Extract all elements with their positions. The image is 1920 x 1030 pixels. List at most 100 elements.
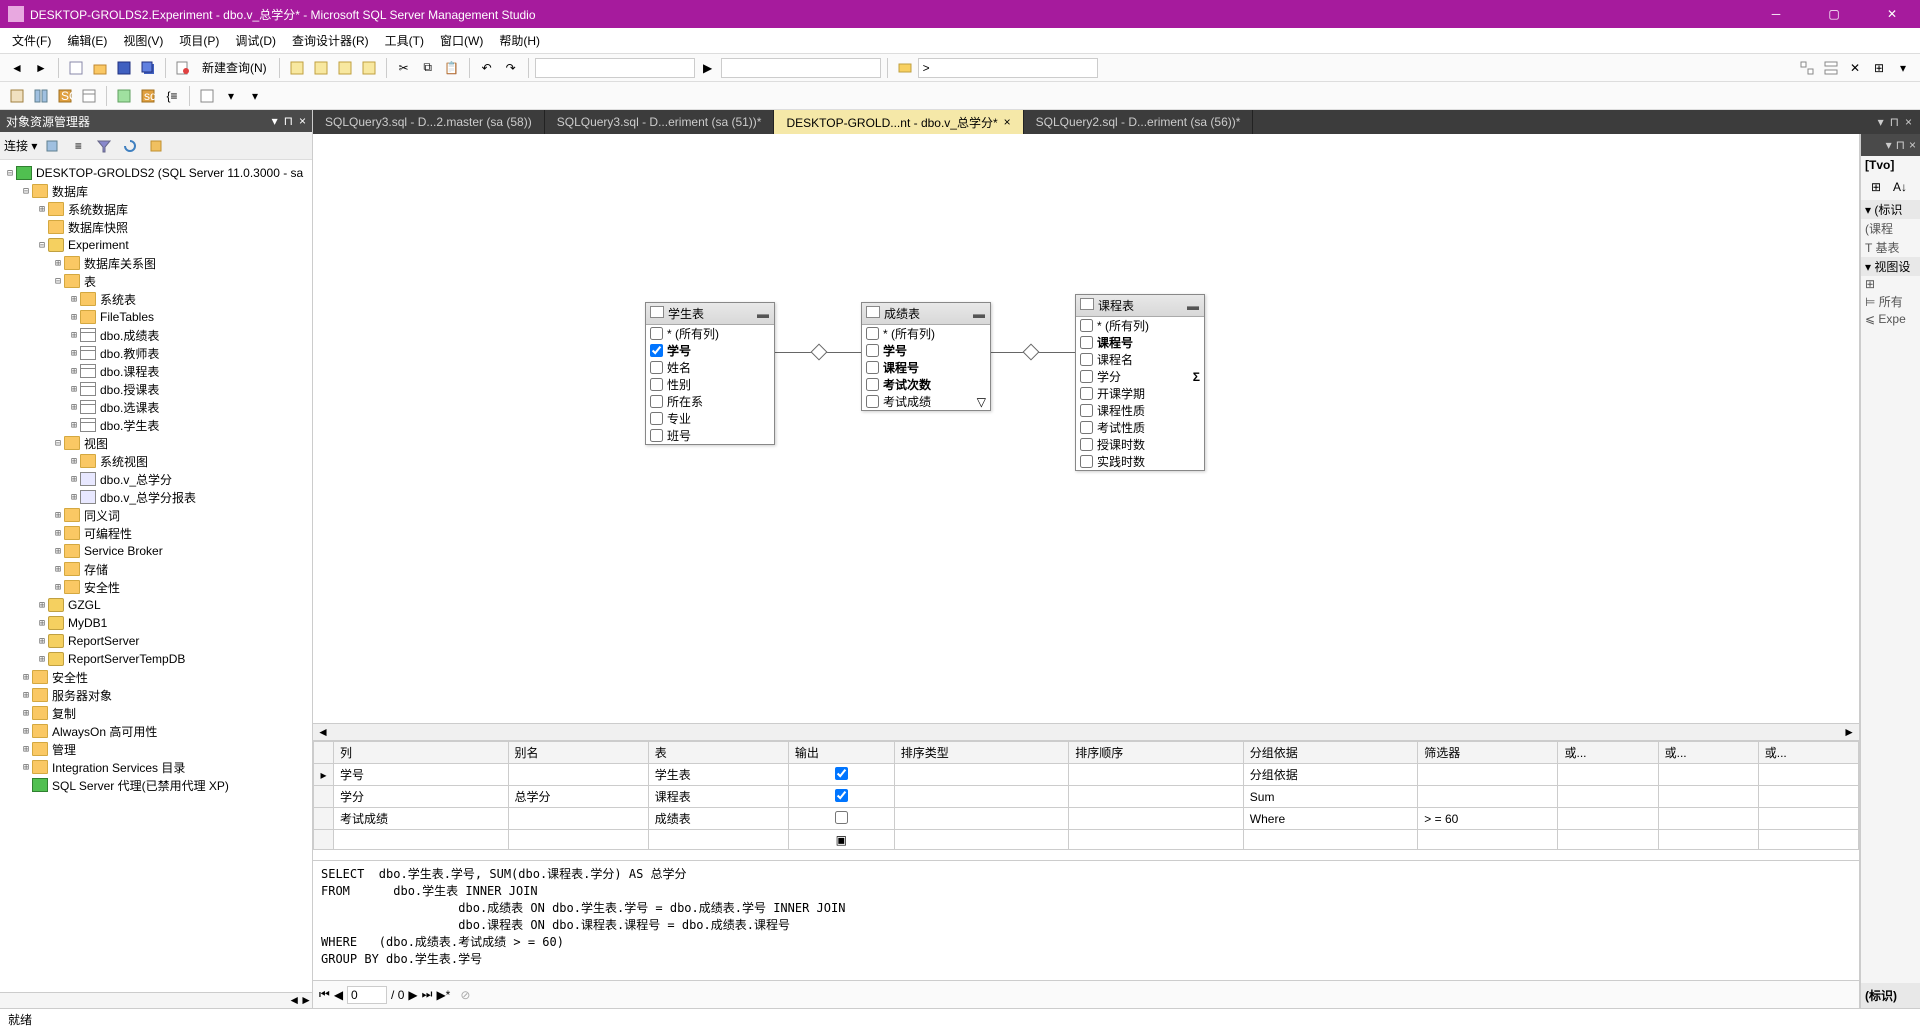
- criteria-row-empty[interactable]: ▣: [314, 830, 1859, 850]
- tree-expand-icon[interactable]: ⊟: [52, 438, 64, 449]
- criteria-cell[interactable]: [1558, 786, 1658, 808]
- criteria-cell[interactable]: 总学分: [508, 786, 648, 808]
- tree-table-xk[interactable]: ⊞dbo.选课表: [0, 398, 312, 416]
- prop-row[interactable]: (课程: [1861, 219, 1920, 238]
- tree-repl[interactable]: ⊞复制: [0, 704, 312, 722]
- tree-expand-icon[interactable]: ⊞: [20, 672, 32, 683]
- prop-dropdown-icon[interactable]: ▾: [1886, 138, 1892, 152]
- tree-tables[interactable]: ⊟表: [0, 272, 312, 290]
- tree-view-zxfbb[interactable]: ⊞dbo.v_总学分报表: [0, 488, 312, 506]
- tree-prog[interactable]: ⊞可编程性: [0, 524, 312, 542]
- column-checkbox[interactable]: [650, 429, 663, 442]
- prop-category-identity[interactable]: ▾ (标识: [1861, 200, 1920, 219]
- column-checkbox[interactable]: [650, 361, 663, 374]
- tree-expand-icon[interactable]: ⊟: [52, 276, 64, 287]
- tree-expand-icon[interactable]: ⊞: [20, 708, 32, 719]
- diagram-table-student[interactable]: 学生表▬ * (所有列)学号姓名性别所在系专业班号: [645, 302, 775, 445]
- criteria-cell[interactable]: [1758, 786, 1858, 808]
- tree-sb[interactable]: ⊞Service Broker: [0, 542, 312, 560]
- criteria-cell[interactable]: [1558, 808, 1658, 830]
- tree-db-mydb[interactable]: ⊞MyDB1: [0, 614, 312, 632]
- tree-srvobj[interactable]: ⊞服务器对象: [0, 686, 312, 704]
- tb2-9[interactable]: ▾: [220, 85, 242, 107]
- prop-category-viewdesign[interactable]: ▾ 视图设: [1861, 257, 1920, 276]
- menu-help[interactable]: 帮助(H): [491, 29, 548, 52]
- tree-db-experiment[interactable]: ⊟Experiment: [0, 236, 312, 254]
- tb-diag-5[interactable]: ▾: [1892, 57, 1914, 79]
- nav-next-button[interactable]: ▶: [408, 988, 417, 1002]
- diagram-table-course[interactable]: 课程表▬ * (所有列)课程号课程名学分Σ开课学期课程性质考试性质授课时数实践时…: [1075, 294, 1205, 471]
- criteria-row-selector[interactable]: [314, 830, 334, 850]
- menu-edit[interactable]: 编辑(E): [59, 29, 115, 52]
- nav-position-input[interactable]: [347, 986, 387, 1004]
- tb-diag-1[interactable]: [1796, 57, 1818, 79]
- tb-btn-4[interactable]: [358, 57, 380, 79]
- criteria-cell[interactable]: 课程表: [648, 786, 788, 808]
- tb-diag-3[interactable]: ✕: [1844, 57, 1866, 79]
- criteria-header[interactable]: 或...: [1558, 742, 1658, 764]
- prop-pin-icon[interactable]: ⊓: [1896, 138, 1905, 152]
- menu-tools[interactable]: 工具(T): [377, 29, 432, 52]
- criteria-cell[interactable]: [1758, 830, 1858, 850]
- criteria-cell[interactable]: [1069, 764, 1244, 786]
- criteria-cell[interactable]: [508, 830, 648, 850]
- column-checkbox[interactable]: [1080, 319, 1093, 332]
- oe-refresh-button[interactable]: [119, 135, 141, 157]
- diagram-column[interactable]: 姓名: [646, 359, 774, 376]
- criteria-cell[interactable]: [1658, 808, 1758, 830]
- tree-expand-icon[interactable]: ⊞: [52, 582, 64, 593]
- sql-pane[interactable]: SELECT dbo.学生表.学号, SUM(dbo.课程表.学分) AS 总学…: [313, 860, 1859, 980]
- tree-expand-icon[interactable]: ⊟: [20, 186, 32, 197]
- tree-syn[interactable]: ⊞同义词: [0, 506, 312, 524]
- tb2-8[interactable]: [196, 85, 218, 107]
- column-checkbox[interactable]: [866, 378, 879, 391]
- menu-window[interactable]: 窗口(W): [432, 29, 491, 52]
- output-checkbox[interactable]: [835, 789, 848, 802]
- redo-button[interactable]: ↷: [500, 57, 522, 79]
- tree-expand-icon[interactable]: ⊞: [36, 600, 48, 611]
- tree-expand-icon[interactable]: ⊞: [36, 204, 48, 215]
- connect-button[interactable]: 连接 ▾: [4, 137, 37, 154]
- document-tab[interactable]: SQLQuery3.sql - D...eriment (sa (51))*: [545, 110, 775, 134]
- prop-close-icon[interactable]: ×: [1909, 138, 1916, 152]
- tree-expand-icon[interactable]: ⊞: [68, 402, 80, 413]
- cut-button[interactable]: ✂: [393, 57, 415, 79]
- tb-btn-2[interactable]: [310, 57, 332, 79]
- nav-newrow-button[interactable]: ▶*: [436, 988, 450, 1002]
- join-diamond-1[interactable]: [811, 344, 828, 361]
- tb2-6[interactable]: sql: [137, 85, 159, 107]
- column-checkbox[interactable]: [1080, 455, 1093, 468]
- diagram-column[interactable]: 课程名: [1076, 351, 1204, 368]
- maximize-button[interactable]: ▢: [1814, 7, 1854, 21]
- tree-aoha[interactable]: ⊞AlwaysOn 高可用性: [0, 722, 312, 740]
- prop-row[interactable]: ⊨ 所有: [1861, 292, 1920, 311]
- criteria-cell[interactable]: [788, 808, 894, 830]
- tree-sec[interactable]: ⊞安全性: [0, 578, 312, 596]
- tree-expand-icon[interactable]: ⊞: [20, 762, 32, 773]
- tree-expand-icon[interactable]: ⊞: [36, 654, 48, 665]
- undo-button[interactable]: ↶: [476, 57, 498, 79]
- criteria-cell[interactable]: [334, 830, 509, 850]
- menu-project[interactable]: 项目(P): [171, 29, 227, 52]
- diagram-column[interactable]: 课程性质: [1076, 402, 1204, 419]
- prop-row[interactable]: ⊞: [1861, 276, 1920, 292]
- tb-btn-1[interactable]: [286, 57, 308, 79]
- tb-diag-4[interactable]: ⊞: [1868, 57, 1890, 79]
- diagram-column[interactable]: 学号: [646, 342, 774, 359]
- criteria-cell[interactable]: [894, 830, 1069, 850]
- criteria-cell[interactable]: 考试成绩: [334, 808, 509, 830]
- tree-expand-icon[interactable]: ⊞: [68, 492, 80, 503]
- diagram-column[interactable]: 班号: [646, 427, 774, 444]
- db-combo[interactable]: [535, 58, 695, 78]
- nav-last-button[interactable]: ⏭: [422, 987, 433, 1002]
- diagram-column[interactable]: * (所有列): [862, 325, 990, 342]
- column-checkbox[interactable]: [650, 344, 663, 357]
- criteria-header[interactable]: 列: [334, 742, 509, 764]
- column-checkbox[interactable]: [866, 395, 879, 408]
- diagram-column[interactable]: 专业: [646, 410, 774, 427]
- document-tab[interactable]: SQLQuery2.sql - D...eriment (sa (56))*: [1024, 110, 1254, 134]
- oe-filter-button[interactable]: [93, 135, 115, 157]
- tree-mgmt[interactable]: ⊞管理: [0, 740, 312, 758]
- copy-button[interactable]: ⧉: [417, 57, 439, 79]
- pin-icon[interactable]: ⊓: [284, 114, 293, 128]
